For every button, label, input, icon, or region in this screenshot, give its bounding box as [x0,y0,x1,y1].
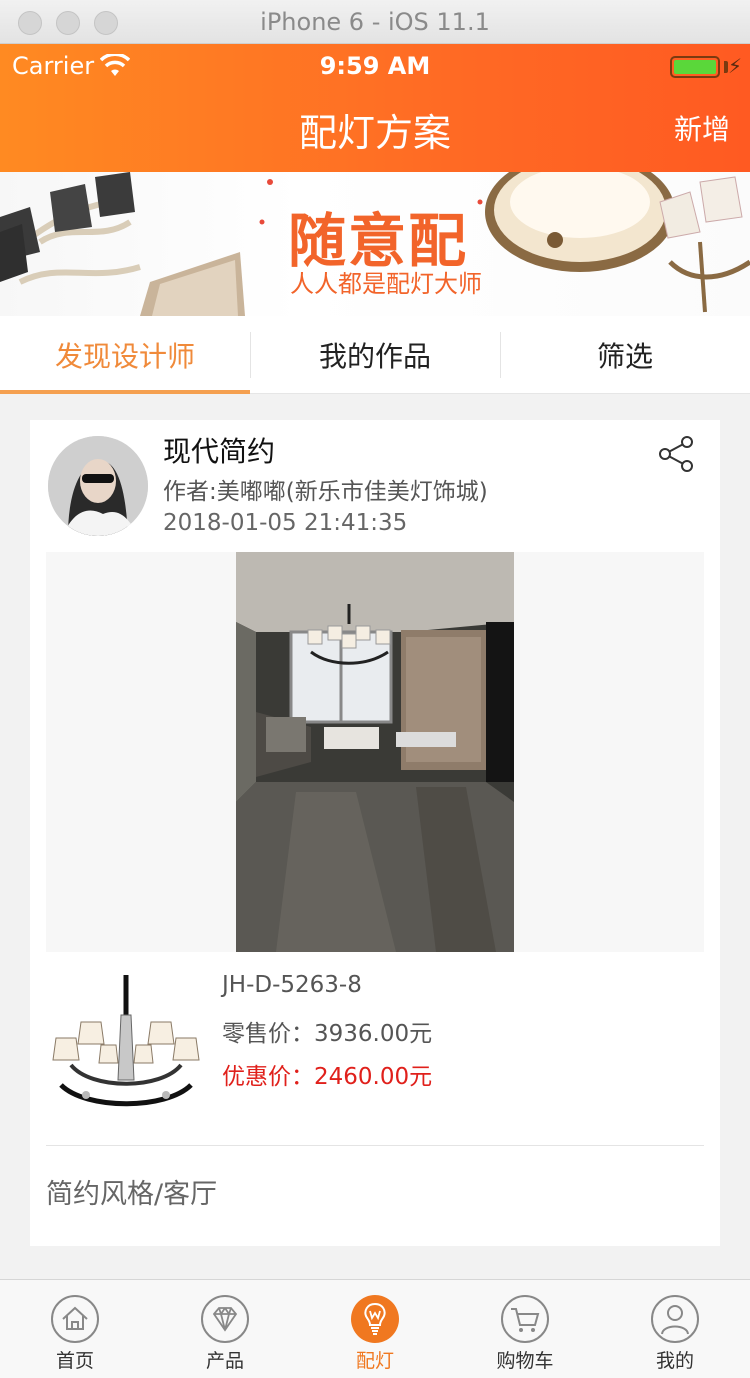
tab-my-works[interactable]: 我的作品 [250,316,500,393]
tabbar-label-products: 产品 [205,1350,244,1372]
promo-banner[interactable]: 随意配 人人都是配灯大师 [0,172,750,316]
add-button[interactable]: 新增 [674,108,730,148]
tabbar-label-lighting: 配灯 [355,1350,394,1372]
cart-icon [501,1295,549,1343]
scheme-card[interactable]: 现代简约 作者:美嘟嘟(新乐市佳美灯饰城) 2018-01-05 21:41:3… [30,420,720,1246]
tabbar-item-mine[interactable]: 我的 [600,1280,750,1378]
status-time: 9:59 AM [319,52,431,80]
tabbar-item-lighting[interactable]: 配灯 [300,1280,450,1378]
tabbar-item-home[interactable]: 首页 [0,1280,150,1378]
retail-price: 零售价：3936.00元 [222,1021,433,1047]
room-photo[interactable] [236,552,514,952]
scheme-author: 作者:美嘟嘟(新乐市佳美灯饰城) [163,479,488,505]
room-photo-image [236,552,514,952]
scheme-title: 现代简约 [163,435,276,468]
tabbar-label-home: 首页 [55,1350,94,1372]
tab-discover-designers[interactable]: 发现设计师 [0,316,250,394]
user-icon [651,1295,699,1343]
style-room-tag: 简约风格/客厅 [46,1179,218,1210]
simulator-title: iPhone 6 - iOS 11.1 [260,8,490,36]
banner-subline: 人人都是配灯大师 [290,270,482,298]
bulb-icon [351,1295,399,1343]
bottom-tab-bar: 首页 产品 配灯 购物车 我的 [0,1279,750,1378]
scheme-date: 2018-01-05 21:41:35 [163,510,408,536]
tabbar-item-cart[interactable]: 购物车 [450,1280,600,1378]
nav-header: Carrier 9:59 AM ⚡ 配灯方案 新增 [0,44,750,172]
avatar-photo [48,436,148,536]
page-title: 配灯方案 [298,111,451,155]
avatar[interactable] [48,436,148,536]
tabbar-label-mine: 我的 [655,1350,694,1372]
diamond-icon [201,1295,249,1343]
charging-icon: ⚡ [728,54,743,78]
product-sku: JH-D-5263-8 [222,972,362,998]
card-divider [46,1145,704,1146]
tabbar-label-cart: 购物车 [496,1350,554,1372]
home-icon [51,1295,99,1343]
discount-price: 优惠价：2460.00元 [222,1064,433,1090]
tab-filter[interactable]: 筛选 [500,316,750,393]
simulator-title-bar: iPhone 6 - iOS 11.1 [0,0,750,44]
battery-icon [670,56,720,78]
scheme-photo-frame [46,552,704,952]
share-icon[interactable] [657,434,697,474]
tabbar-item-products[interactable]: 产品 [150,1280,300,1378]
chandelier-product-image[interactable] [46,970,206,1120]
segment-tabs: 发现设计师 我的作品 筛选 [0,316,750,394]
